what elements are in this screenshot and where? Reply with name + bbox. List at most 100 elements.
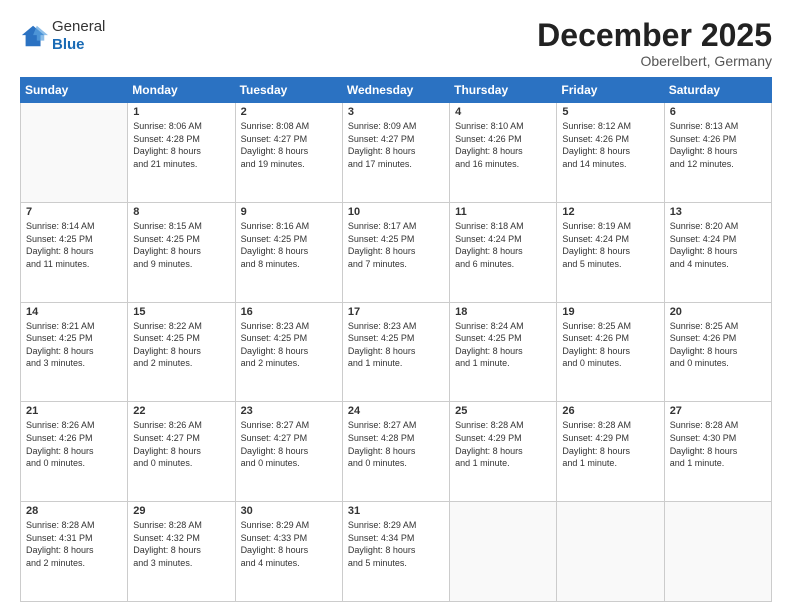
day-cell: 13Sunrise: 8:20 AMSunset: 4:24 PMDayligh… (664, 202, 771, 302)
day-number: 6 (670, 106, 766, 118)
page: General Blue December 2025 Oberelbert, G… (0, 0, 792, 612)
logo-blue: Blue (52, 36, 85, 53)
day-cell: 23 Sunrise: 8:27 AMSunset: 4:27 PMDayligh… (235, 402, 342, 502)
day-info: Sunrise: 8:12 AMSunset: 4:26 PMDaylight:… (562, 120, 658, 170)
day-number: 23 (241, 405, 337, 417)
day-cell: 30 Sunrise: 8:29 AMSunset: 4:33 PMDayligh… (235, 502, 342, 602)
col-header-tuesday: Tuesday (235, 78, 342, 103)
day-info: Sunrise: 8:19 AMSunset: 4:24 PMDaylight:… (562, 220, 658, 270)
day-number: 31 (348, 505, 444, 517)
logo-general: General (52, 18, 105, 35)
col-header-sunday: Sunday (21, 78, 128, 103)
day-number: 11 (455, 206, 551, 218)
day-number: 1 (133, 106, 229, 118)
day-info: Sunrise: 8:17 AMSunset: 4:25 PMDaylight:… (348, 220, 444, 270)
day-cell (21, 103, 128, 203)
header: General Blue December 2025 Oberelbert, G… (20, 18, 772, 69)
day-cell (450, 502, 557, 602)
day-cell (557, 502, 664, 602)
day-number: 22 (133, 405, 229, 417)
day-number: 12 (562, 206, 658, 218)
calendar: SundayMondayTuesdayWednesdayThursdayFrid… (20, 77, 772, 602)
logo: General Blue (20, 18, 105, 54)
day-cell: 18 Sunrise: 8:24 AMSunset: 4:25 PMDayligh… (450, 302, 557, 402)
header-row: SundayMondayTuesdayWednesdayThursdayFrid… (21, 78, 772, 103)
day-info: Sunrise: 8:28 AMSunset: 4:30 PMDaylight:… (670, 419, 766, 469)
day-number: 27 (670, 405, 766, 417)
day-info: Sunrise: 8:27 AMSunset: 4:27 PMDaylight:… (241, 419, 337, 469)
day-info: Sunrise: 8:15 AMSunset: 4:25 PMDaylight:… (133, 220, 229, 270)
day-info: Sunrise: 8:26 AMSunset: 4:27 PMDaylight:… (133, 419, 229, 469)
day-number: 5 (562, 106, 658, 118)
day-cell: 8 Sunrise: 8:15 AMSunset: 4:25 PMDaylight… (128, 202, 235, 302)
day-info: Sunrise: 8:25 AMSunset: 4:26 PMDaylight:… (562, 320, 658, 370)
day-number: 10 (348, 206, 444, 218)
day-cell: 6 Sunrise: 8:13 AMSunset: 4:26 PMDaylight… (664, 103, 771, 203)
day-cell: 1 Sunrise: 8:06 AMSunset: 4:28 PMDaylight… (128, 103, 235, 203)
day-info: Sunrise: 8:28 AMSunset: 4:29 PMDaylight:… (562, 419, 658, 469)
title-block: December 2025 Oberelbert, Germany (537, 18, 772, 69)
day-info: Sunrise: 8:09 AMSunset: 4:27 PMDaylight:… (348, 120, 444, 170)
day-info: Sunrise: 8:25 AMSunset: 4:26 PMDaylight:… (670, 320, 766, 370)
day-number: 30 (241, 505, 337, 517)
day-cell: 17Sunrise: 8:23 AMSunset: 4:25 PMDayligh… (342, 302, 449, 402)
day-info: Sunrise: 8:22 AMSunset: 4:25 PMDaylight:… (133, 320, 229, 370)
day-cell: 20 Sunrise: 8:25 AMSunset: 4:26 PMDayligh… (664, 302, 771, 402)
day-number: 24 (348, 405, 444, 417)
day-info: Sunrise: 8:13 AMSunset: 4:26 PMDaylight:… (670, 120, 766, 170)
day-info: Sunrise: 8:28 AMSunset: 4:29 PMDaylight:… (455, 419, 551, 469)
week-row-2: 14 Sunrise: 8:21 AMSunset: 4:25 PMDayligh… (21, 302, 772, 402)
day-cell: 19Sunrise: 8:25 AMSunset: 4:26 PMDayligh… (557, 302, 664, 402)
day-info: Sunrise: 8:06 AMSunset: 4:28 PMDaylight:… (133, 120, 229, 170)
month-title: December 2025 (537, 18, 772, 53)
day-number: 29 (133, 505, 229, 517)
day-cell: 21Sunrise: 8:26 AMSunset: 4:26 PMDayligh… (21, 402, 128, 502)
day-cell: 22 Sunrise: 8:26 AMSunset: 4:27 PMDayligh… (128, 402, 235, 502)
col-header-monday: Monday (128, 78, 235, 103)
day-info: Sunrise: 8:23 AMSunset: 4:25 PMDaylight:… (241, 320, 337, 370)
day-number: 20 (670, 306, 766, 318)
day-cell: 3Sunrise: 8:09 AMSunset: 4:27 PMDaylight… (342, 103, 449, 203)
day-cell (664, 502, 771, 602)
logo-text: General Blue (52, 18, 105, 54)
col-header-thursday: Thursday (450, 78, 557, 103)
week-row-0: 1 Sunrise: 8:06 AMSunset: 4:28 PMDaylight… (21, 103, 772, 203)
day-number: 15 (133, 306, 229, 318)
day-info: Sunrise: 8:29 AMSunset: 4:33 PMDaylight:… (241, 519, 337, 569)
day-info: Sunrise: 8:29 AMSunset: 4:34 PMDaylight:… (348, 519, 444, 569)
day-info: Sunrise: 8:10 AMSunset: 4:26 PMDaylight:… (455, 120, 551, 170)
day-number: 18 (455, 306, 551, 318)
day-cell: 28Sunrise: 8:28 AMSunset: 4:31 PMDayligh… (21, 502, 128, 602)
day-info: Sunrise: 8:24 AMSunset: 4:25 PMDaylight:… (455, 320, 551, 370)
day-number: 16 (241, 306, 337, 318)
col-header-wednesday: Wednesday (342, 78, 449, 103)
day-cell: 10 Sunrise: 8:17 AMSunset: 4:25 PMDayligh… (342, 202, 449, 302)
day-cell: 29 Sunrise: 8:28 AMSunset: 4:32 PMDayligh… (128, 502, 235, 602)
day-cell: 5 Sunrise: 8:12 AMSunset: 4:26 PMDaylight… (557, 103, 664, 203)
day-cell: 9Sunrise: 8:16 AMSunset: 4:25 PMDaylight… (235, 202, 342, 302)
day-number: 8 (133, 206, 229, 218)
location: Oberelbert, Germany (537, 53, 772, 69)
week-row-3: 21Sunrise: 8:26 AMSunset: 4:26 PMDayligh… (21, 402, 772, 502)
day-cell: 14 Sunrise: 8:21 AMSunset: 4:25 PMDayligh… (21, 302, 128, 402)
week-row-1: 7Sunrise: 8:14 AMSunset: 4:25 PMDaylight… (21, 202, 772, 302)
day-cell: 27 Sunrise: 8:28 AMSunset: 4:30 PMDayligh… (664, 402, 771, 502)
day-number: 13 (670, 206, 766, 218)
day-info: Sunrise: 8:28 AMSunset: 4:31 PMDaylight:… (26, 519, 122, 569)
day-number: 2 (241, 106, 337, 118)
day-info: Sunrise: 8:28 AMSunset: 4:32 PMDaylight:… (133, 519, 229, 569)
day-number: 14 (26, 306, 122, 318)
day-info: Sunrise: 8:21 AMSunset: 4:25 PMDaylight:… (26, 320, 122, 370)
day-cell: 7Sunrise: 8:14 AMSunset: 4:25 PMDaylight… (21, 202, 128, 302)
day-number: 7 (26, 206, 122, 218)
week-row-4: 28Sunrise: 8:28 AMSunset: 4:31 PMDayligh… (21, 502, 772, 602)
day-number: 26 (562, 405, 658, 417)
day-info: Sunrise: 8:26 AMSunset: 4:26 PMDaylight:… (26, 419, 122, 469)
day-number: 17 (348, 306, 444, 318)
day-cell: 31 Sunrise: 8:29 AMSunset: 4:34 PMDayligh… (342, 502, 449, 602)
day-number: 25 (455, 405, 551, 417)
col-header-friday: Friday (557, 78, 664, 103)
day-cell: 15 Sunrise: 8:22 AMSunset: 4:25 PMDayligh… (128, 302, 235, 402)
day-cell: 4 Sunrise: 8:10 AMSunset: 4:26 PMDaylight… (450, 103, 557, 203)
day-number: 4 (455, 106, 551, 118)
